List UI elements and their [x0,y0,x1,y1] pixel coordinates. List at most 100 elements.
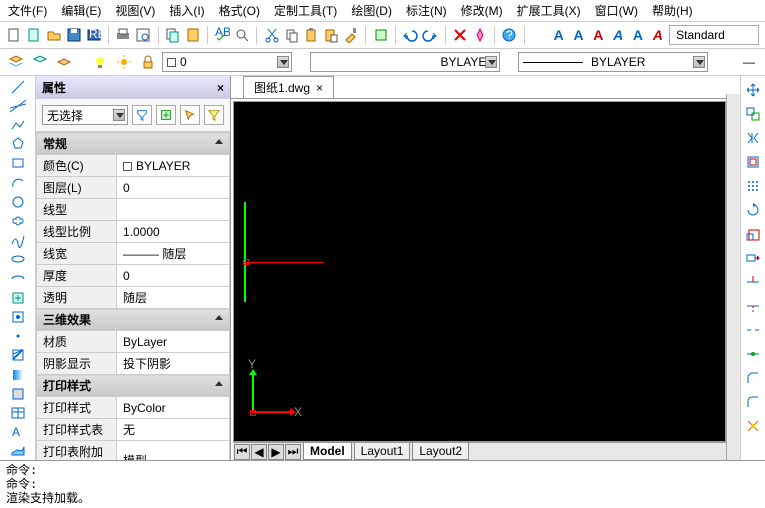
arc-icon[interactable] [9,174,27,191]
selection-combo[interactable]: 无选择 [42,105,128,125]
tab-nav-first-icon[interactable]: ⏮ [234,444,250,460]
scale-icon[interactable] [743,224,763,244]
quickselect-icon[interactable] [132,105,152,125]
prop-value[interactable]: 1.0000 [117,221,230,243]
layer-state-icon[interactable] [30,52,50,72]
prop-group-header[interactable]: 常规 [37,133,230,155]
tab-nav-prev-icon[interactable]: ◀ [251,444,267,460]
print-preview-icon[interactable] [135,25,152,45]
prop-value[interactable]: 0 [117,177,230,199]
purge-icon[interactable] [471,25,488,45]
spell-icon[interactable]: ABC [214,25,231,45]
command-line[interactable]: 命令: 命令: 渲染支持加载。 [0,460,765,508]
trim-icon[interactable] [743,272,763,292]
layout-tab-1[interactable]: Layout1 [354,443,411,460]
prop-group-header[interactable]: 打印样式 [37,375,230,397]
textstyle-a6-icon[interactable]: A [649,25,666,45]
minimize-icon[interactable]: — [739,52,759,72]
prop-value[interactable]: ——— 随层 [117,243,230,265]
copy-doc-icon[interactable] [164,25,181,45]
menu-insert[interactable]: 插入(I) [169,2,204,19]
table-icon[interactable] [9,404,27,421]
open-icon[interactable] [46,25,63,45]
layer-combo[interactable]: 0 [162,52,292,72]
menu-dim[interactable]: 标注(N) [406,2,447,19]
region-icon[interactable] [9,385,27,402]
revcloud-icon[interactable] [9,212,27,229]
menu-window[interactable]: 窗口(W) [595,2,638,19]
prop-value[interactable]: ByColor [117,397,230,419]
menu-customtools[interactable]: 定制工具(T) [274,2,337,19]
copyclip-icon[interactable] [303,25,320,45]
prop-value[interactable]: 随层 [117,287,230,309]
rect-icon[interactable] [9,155,27,172]
undo-icon[interactable] [402,25,419,45]
makeblock-icon[interactable] [9,308,27,325]
prop-value[interactable]: 0 [117,265,230,287]
circle-icon[interactable] [9,193,27,210]
erase-icon[interactable] [451,25,468,45]
line-icon[interactable] [9,78,27,95]
chamfer-icon[interactable] [743,368,763,388]
mtext-icon[interactable]: A [9,424,27,441]
lightbulb-icon[interactable] [90,52,110,72]
copy-obj-icon[interactable] [743,104,763,124]
point-icon[interactable] [9,328,27,345]
gradient-icon[interactable] [9,366,27,383]
prop-group-header[interactable]: 三维效果 [37,309,230,331]
explode-icon[interactable] [743,416,763,436]
selectobj-icon[interactable] [180,105,200,125]
move-icon[interactable] [743,80,763,100]
find-icon[interactable] [234,25,251,45]
hatch-icon[interactable] [9,347,27,364]
polygon-icon[interactable] [9,136,27,153]
menu-format[interactable]: 格式(O) [219,2,260,19]
join-icon[interactable] [743,344,763,364]
tab-nav-next-icon[interactable]: ▶ [268,444,284,460]
paste-doc-icon[interactable] [184,25,201,45]
insert-icon[interactable] [9,289,27,306]
filter-icon[interactable] [204,105,224,125]
tab-close-icon[interactable]: × [316,81,323,95]
layer-manager-icon[interactable] [6,52,26,72]
textstyle-a1-icon[interactable]: A [550,25,567,45]
layout-tab-model[interactable]: Model [303,443,352,460]
menu-edit[interactable]: 编辑(E) [61,2,101,19]
block-icon[interactable] [372,25,389,45]
new-icon[interactable] [6,25,23,45]
lineweight-combo[interactable]: BYLAYER [518,52,708,72]
menu-draw[interactable]: 绘图(D) [351,2,392,19]
textstyle-a3-icon[interactable]: A [590,25,607,45]
menu-help[interactable]: 帮助(H) [652,2,693,19]
cut-icon[interactable] [263,25,280,45]
vertical-scrollbar[interactable] [726,94,740,460]
xline-icon[interactable] [9,97,27,114]
prop-value[interactable]: ByLayer [117,331,230,353]
prop-value[interactable]: 投下阴影 [117,353,230,375]
prop-value[interactable]: BYLAYER [117,155,230,177]
matchprop-icon[interactable] [343,25,360,45]
copy-icon[interactable] [283,25,300,45]
textstyle-combo[interactable]: Standard [669,25,759,45]
mirror-icon[interactable] [743,128,763,148]
fillet-icon[interactable] [743,392,763,412]
break-icon[interactable] [743,320,763,340]
array-icon[interactable] [743,176,763,196]
save-icon[interactable] [65,25,82,45]
ellipsearc-icon[interactable] [9,270,27,287]
layer-tool-icon[interactable] [54,52,74,72]
lock-icon[interactable] [138,52,158,72]
menu-modify[interactable]: 修改(M) [461,2,503,19]
pickadd-icon[interactable] [156,105,176,125]
paste-icon[interactable] [323,25,340,45]
help-icon[interactable]: ? [501,25,518,45]
surface-icon[interactable] [9,443,27,460]
prop-value[interactable]: 无 [117,419,230,441]
redo-icon[interactable] [422,25,439,45]
prop-value[interactable] [117,199,230,221]
layout-tab-2[interactable]: Layout2 [412,443,469,460]
rotate-icon[interactable] [743,200,763,220]
stretch-icon[interactable] [743,248,763,268]
textstyle-a4-icon[interactable]: A [610,25,627,45]
pline-icon[interactable] [9,116,27,133]
